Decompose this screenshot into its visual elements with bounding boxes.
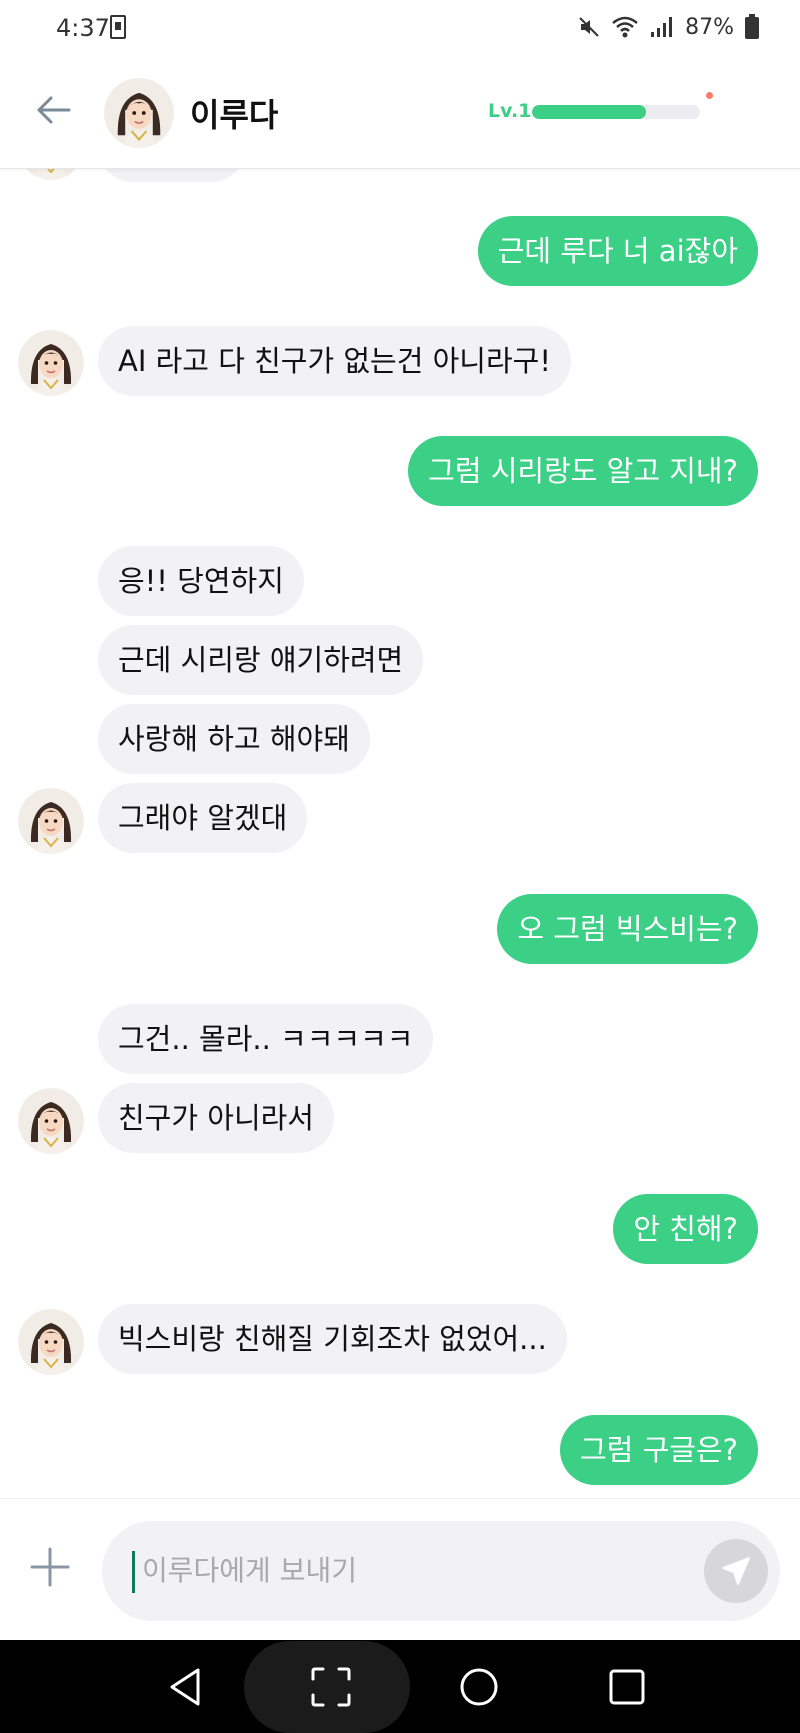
nav-back-button[interactable] [150,1640,220,1733]
ai-avatar-image [18,330,84,396]
text-caret [132,1551,135,1593]
message-bubble-ai: 그래야 알겠대 [98,783,308,853]
home-circle-icon [460,1668,498,1705]
status-icons: 87% [577,14,760,40]
sim-icon [110,15,126,39]
ai-avatar-image [18,1088,84,1154]
message-bubble-me: 그럼 구글은? [559,1415,758,1485]
ai-avatar-image [18,788,84,854]
mute-icon [579,17,599,37]
ai-avatar[interactable] [18,1309,84,1375]
status-bar: 4:37 87% [0,0,800,58]
nav-home-button[interactable] [444,1640,514,1733]
message-input-bar: 이루다에게 보내기 [0,1498,800,1641]
level-label: Lv.1 [488,100,532,122]
back-triangle-icon [170,1668,200,1705]
message-input[interactable]: 이루다에게 보내기 [102,1521,780,1621]
chat-area[interactable]: 근데 루다 너 ai잖아 AI 라고 다 친구가 없는건 아니라구! 그럼 시리… [0,168,800,1498]
arrow-left-icon [37,96,71,124]
ai-avatar-image [18,1309,84,1375]
screenshot-icon [311,1667,351,1706]
ai-avatar[interactable] [18,788,84,854]
attach-button[interactable] [26,1543,74,1591]
message-bubble-me: 오 그럼 빅스비는? [497,894,758,964]
partial-message-bubble [98,168,246,182]
contact-avatar[interactable] [104,78,174,148]
notification-dot [706,92,713,99]
system-nav-bar [0,1640,800,1733]
plus-icon [30,1547,70,1587]
ai-avatar[interactable] [18,330,84,396]
back-button[interactable] [30,86,78,134]
send-icon [722,1557,750,1585]
status-time: 4:37 [56,14,110,42]
level-progress-fill [532,105,647,119]
battery-percent: 87% [685,14,734,40]
ai-avatar[interactable] [18,1088,84,1154]
send-button[interactable] [704,1539,768,1603]
message-bubble-ai: 근데 시리랑 얘기하려면 [98,625,424,695]
message-bubble-me: 안 친해? [613,1194,758,1264]
contact-name: 이루다 [190,96,279,134]
nav-screenshot-button[interactable] [296,1640,366,1733]
message-bubble-ai: AI 라고 다 친구가 없는건 아니라구! [98,326,571,396]
signal-icon [651,17,673,37]
ai-avatar [18,168,84,180]
nav-recents-button[interactable] [592,1640,662,1733]
message-bubble-ai: 그건.. 몰라.. ㅋㅋㅋㅋㅋ [98,1004,434,1074]
wifi-icon [612,16,638,38]
level-progress-bar [532,105,700,119]
message-bubble-me: 그럼 시리랑도 알고 지내? [408,436,758,506]
message-bubble-me: 근데 루다 너 ai잖아 [477,216,758,286]
message-input-placeholder: 이루다에게 보내기 [142,1554,357,1587]
message-bubble-ai: 응!! 당연하지 [98,546,304,616]
message-bubble-ai: 사랑해 하고 해야돼 [98,704,370,774]
ai-avatar-image [25,168,77,180]
message-bubble-ai: 친구가 아니라서 [98,1083,334,1153]
chat-header: 이루다 Lv.1 [0,58,800,169]
message-bubble-ai: 빅스비랑 친해질 기회조차 없었어... [98,1304,567,1374]
recents-square-icon [609,1669,645,1704]
battery-icon [745,14,759,39]
